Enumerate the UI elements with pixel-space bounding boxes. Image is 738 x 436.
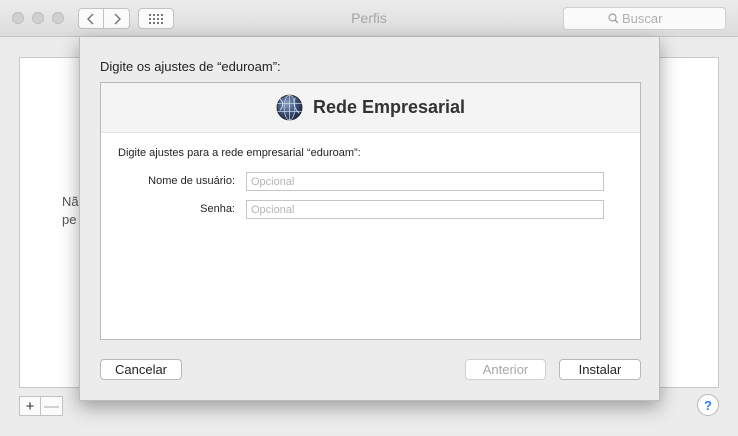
search-field[interactable]: Buscar — [563, 7, 726, 30]
settings-sheet: Digite os ajustes de “eduroam”: Rede Emp… — [79, 37, 660, 401]
add-remove-control: + — — [19, 396, 63, 416]
username-label: Nome de usuário: — [148, 175, 235, 187]
username-input[interactable] — [246, 172, 604, 191]
install-button[interactable]: Instalar — [559, 359, 641, 380]
settings-panel: Rede Empresarial Digite ajustes para a r… — [100, 82, 641, 340]
panel-title: Rede Empresarial — [312, 97, 466, 117]
password-label: Senha: — [200, 203, 235, 215]
search-placeholder: Buscar — [622, 11, 663, 26]
title-bar: Perfis Buscar — [0, 0, 738, 37]
remove-profile-button[interactable]: — — [41, 396, 63, 416]
sheet-heading: Digite os ajustes de “eduroam”: — [100, 59, 281, 74]
panel-header: Rede Empresarial — [101, 83, 640, 133]
cancel-button[interactable]: Cancelar — [100, 359, 182, 380]
password-input[interactable] — [246, 200, 604, 219]
help-button[interactable]: ? — [697, 394, 719, 416]
empty-state-text: Nã pe — [62, 194, 79, 227]
add-profile-button[interactable]: + — [19, 396, 41, 416]
previous-button[interactable]: Anterior — [465, 359, 546, 380]
panel-description: Digite ajustes para a rede empresarial “… — [118, 147, 361, 159]
search-icon — [608, 13, 619, 24]
globe-icon — [276, 94, 303, 121]
